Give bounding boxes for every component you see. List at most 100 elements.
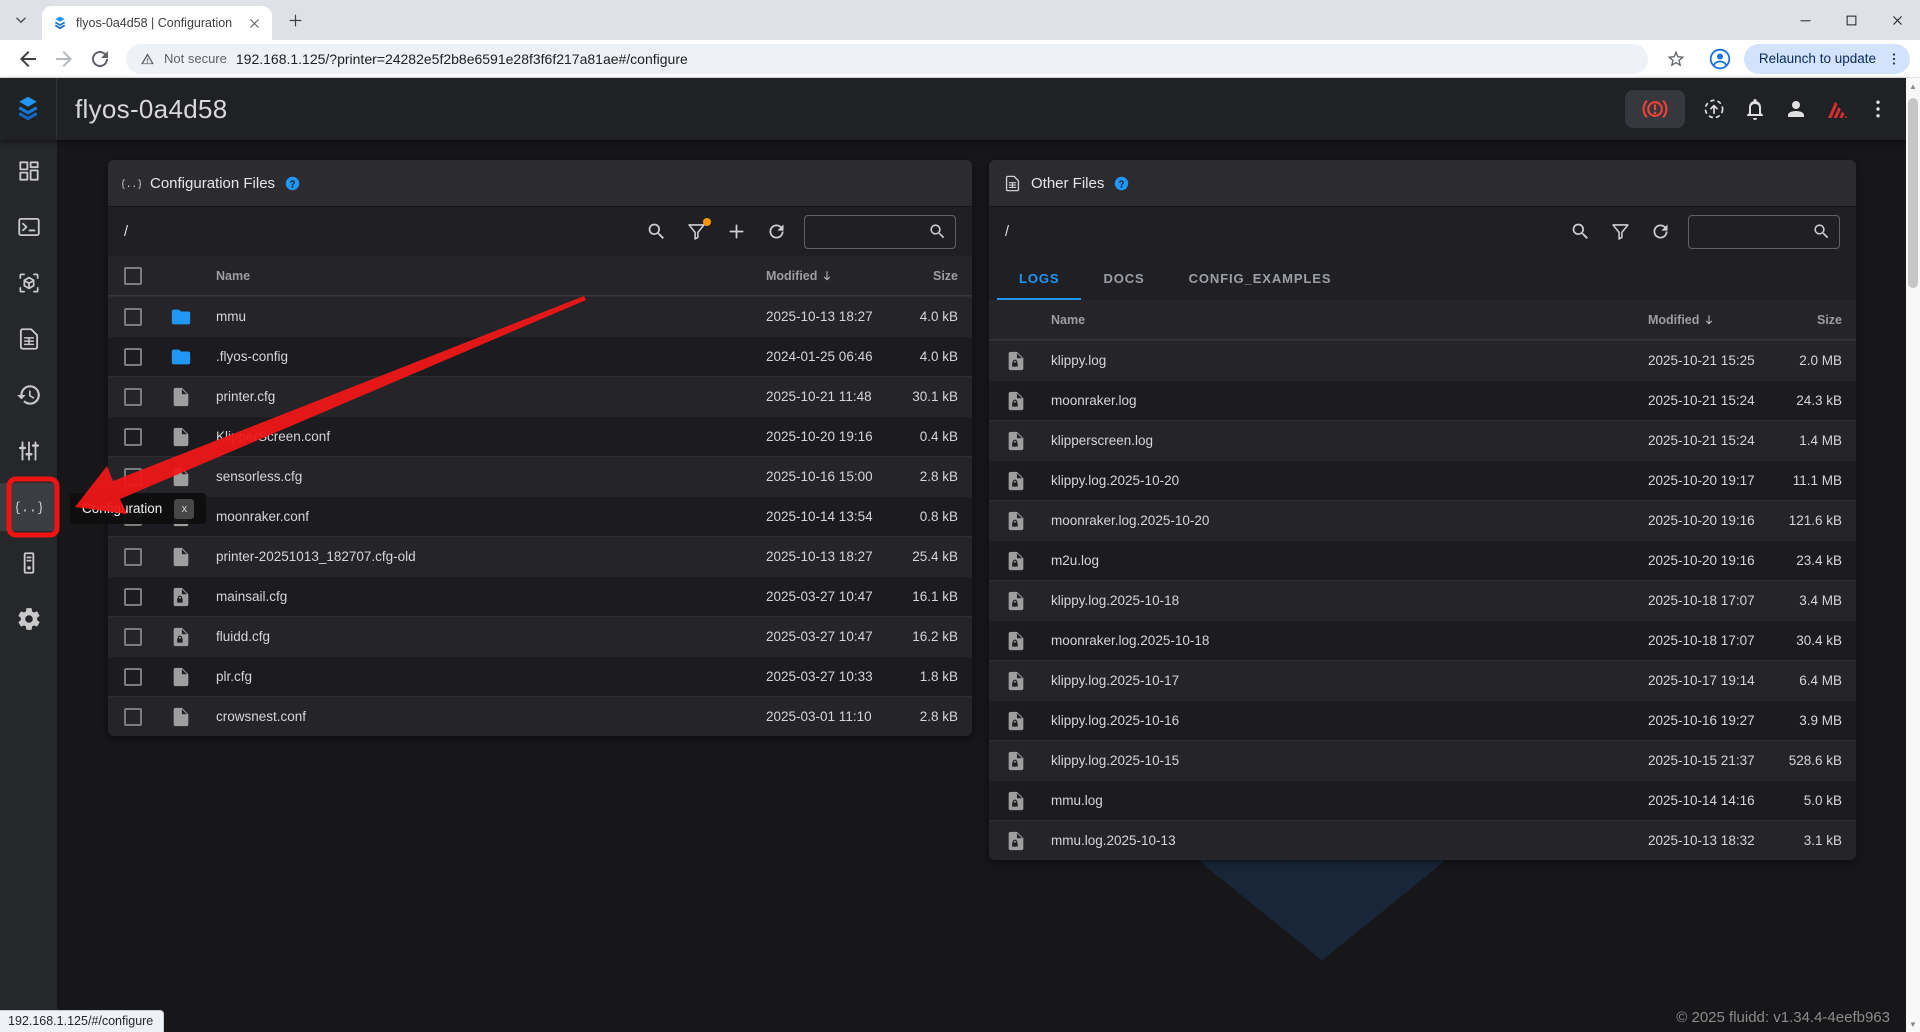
add-button[interactable] (726, 221, 747, 242)
update-status-button[interactable] (1702, 97, 1726, 121)
notifications-icon (1743, 97, 1767, 121)
maximize-icon (1844, 13, 1859, 28)
search-input[interactable] (1688, 215, 1840, 249)
new-tab-button[interactable] (284, 9, 306, 31)
select-all-checkbox[interactable] (124, 267, 142, 285)
help-icon[interactable] (284, 175, 301, 192)
row-checkbox[interactable] (124, 588, 142, 606)
sidebar-item-history[interactable] (0, 371, 57, 419)
file-row[interactable]: klippy.log.2025-10-152025-10-15 21:37528… (989, 740, 1856, 780)
row-checkbox[interactable] (124, 388, 142, 406)
row-checkbox[interactable] (124, 468, 142, 486)
sidebar-item-gcode-preview[interactable] (0, 259, 57, 307)
tab-config_examples[interactable]: CONFIG_EXAMPLES (1167, 256, 1354, 300)
column-name[interactable]: Name (1051, 313, 1648, 327)
column-size[interactable]: Size (1780, 313, 1842, 327)
file-row[interactable]: crowsnest.conf2025-03-01 11:102.8 kB (108, 696, 972, 736)
row-checkbox[interactable] (124, 708, 142, 726)
sidebar-item-system[interactable] (0, 539, 57, 587)
file-row[interactable]: klippy.log.2025-10-162025-10-16 19:273.9… (989, 700, 1856, 740)
file-row[interactable]: printer.cfg2025-10-21 11:4830.1 kB (108, 376, 972, 416)
file-row[interactable]: printer-20251013_182707.cfg-old2025-10-1… (108, 536, 972, 576)
maximize-window-button[interactable] (1828, 0, 1874, 40)
notifications-button[interactable] (1743, 97, 1767, 121)
scrollbar-thumb[interactable] (1908, 98, 1918, 288)
column-modified[interactable]: Modified (1648, 313, 1780, 327)
bookmark-star-icon[interactable] (1666, 49, 1686, 69)
close-window-button[interactable] (1874, 0, 1920, 40)
file-row[interactable]: mmu2025-10-13 18:274.0 kB (108, 296, 972, 336)
app-logo[interactable] (0, 78, 57, 140)
sidebar-item-console[interactable] (0, 203, 57, 251)
tooltip-close-chip[interactable]: x (174, 499, 194, 519)
configuration-tooltip: Configuration x (70, 493, 206, 524)
file-row[interactable]: klippy.log2025-10-21 15:252.0 MB (989, 340, 1856, 380)
filter-button[interactable] (686, 221, 707, 242)
row-checkbox[interactable] (124, 428, 142, 446)
refresh-button[interactable] (766, 221, 787, 242)
file-row[interactable]: moonraker.conf2025-10-14 13:540.8 kB (108, 496, 972, 536)
current-path[interactable]: / (124, 224, 128, 240)
search-button[interactable] (1570, 221, 1591, 242)
file-row[interactable]: mmu.log.2025-10-132025-10-13 18:323.1 kB (989, 820, 1856, 860)
file-row[interactable]: moonraker.log.2025-10-202025-10-20 19:16… (989, 500, 1856, 540)
file-row[interactable]: klippy.log.2025-10-202025-10-20 19:1711.… (989, 460, 1856, 500)
file-row[interactable]: m2u.log2025-10-20 19:1623.4 kB (989, 540, 1856, 580)
browser-tab[interactable]: flyos-0a4d58 | Configuration (42, 6, 272, 40)
row-checkbox[interactable] (124, 348, 142, 366)
file-row[interactable]: .flyos-config2024-01-25 06:464.0 kB (108, 336, 972, 376)
sidebar-item-settings[interactable] (0, 595, 57, 643)
row-checkbox[interactable] (124, 628, 142, 646)
tab-logs[interactable]: LOGS (997, 256, 1081, 300)
sidebar-item-tune[interactable] (0, 427, 57, 475)
sidebar-item-jobs[interactable] (0, 315, 57, 363)
file-row[interactable]: klippy.log.2025-10-182025-10-18 17:073.4… (989, 580, 1856, 620)
emergency-stop-button[interactable] (1625, 90, 1685, 128)
page-scrollbar[interactable]: ▲ ▼ (1906, 78, 1920, 1032)
file-lock-icon (1005, 830, 1027, 852)
forward-icon[interactable] (52, 47, 76, 71)
row-checkbox[interactable] (124, 308, 142, 326)
address-bar[interactable]: Not secure 192.168.1.125/?printer=24282e… (126, 44, 1648, 74)
column-name[interactable]: Name (216, 269, 766, 283)
browser-menu-icon[interactable] (1886, 51, 1902, 67)
file-row[interactable]: fluidd.cfg2025-03-27 10:4716.2 kB (108, 616, 972, 656)
row-checkbox[interactable] (124, 668, 142, 686)
file-row[interactable]: klipperscreen.log2025-10-21 15:241.4 MB (989, 420, 1856, 460)
tab-search-button[interactable] (10, 9, 32, 31)
tab-docs[interactable]: DOCS (1081, 256, 1166, 300)
file-modified: 2025-10-15 21:37 (1648, 753, 1780, 768)
sidebar-item-configuration[interactable]: {..} (0, 483, 57, 531)
file-row[interactable]: moonraker.log.2025-10-182025-10-18 17:07… (989, 620, 1856, 660)
file-row[interactable]: klippy.log.2025-10-172025-10-17 19:146.4… (989, 660, 1856, 700)
sidebar-item-dashboard[interactable] (0, 147, 57, 195)
kebab-button[interactable] (1866, 97, 1890, 121)
file-row[interactable]: plr.cfg2025-03-27 10:331.8 kB (108, 656, 972, 696)
reload-icon[interactable] (88, 47, 112, 71)
user-button[interactable] (1784, 97, 1808, 121)
emergency-stop-icon (1642, 96, 1668, 122)
file-row[interactable]: moonraker.log2025-10-21 15:2424.3 kB (989, 380, 1856, 420)
file-row[interactable]: mmu.log2025-10-14 14:165.0 kB (989, 780, 1856, 820)
search-button[interactable] (646, 221, 667, 242)
help-icon[interactable] (1113, 175, 1130, 192)
current-path[interactable]: / (1005, 224, 1009, 240)
back-icon[interactable] (16, 47, 40, 71)
column-size[interactable]: Size (896, 269, 958, 283)
filter-button[interactable] (1610, 221, 1631, 242)
file-row[interactable]: KlipperScreen.conf2025-10-20 19:160.4 kB (108, 416, 972, 456)
minimize-window-button[interactable] (1782, 0, 1828, 40)
column-modified[interactable]: Modified (766, 269, 896, 283)
file-row[interactable]: sensorless.cfg2025-10-16 15:002.8 kB (108, 456, 972, 496)
refresh-button[interactable] (1650, 221, 1671, 242)
file-name: klippy.log.2025-10-16 (1051, 713, 1648, 728)
row-checkbox[interactable] (124, 548, 142, 566)
red-brand-button[interactable] (1825, 97, 1849, 121)
scroll-down-arrow[interactable]: ▼ (1906, 1016, 1920, 1032)
relaunch-to-update-button[interactable]: Relaunch to update (1744, 44, 1910, 74)
browser-profile-icon[interactable] (1708, 47, 1732, 71)
tab-close-icon[interactable] (247, 16, 262, 31)
file-row[interactable]: mainsail.cfg2025-03-27 10:4716.1 kB (108, 576, 972, 616)
search-input[interactable] (804, 215, 956, 249)
scroll-up-arrow[interactable]: ▲ (1906, 78, 1920, 94)
